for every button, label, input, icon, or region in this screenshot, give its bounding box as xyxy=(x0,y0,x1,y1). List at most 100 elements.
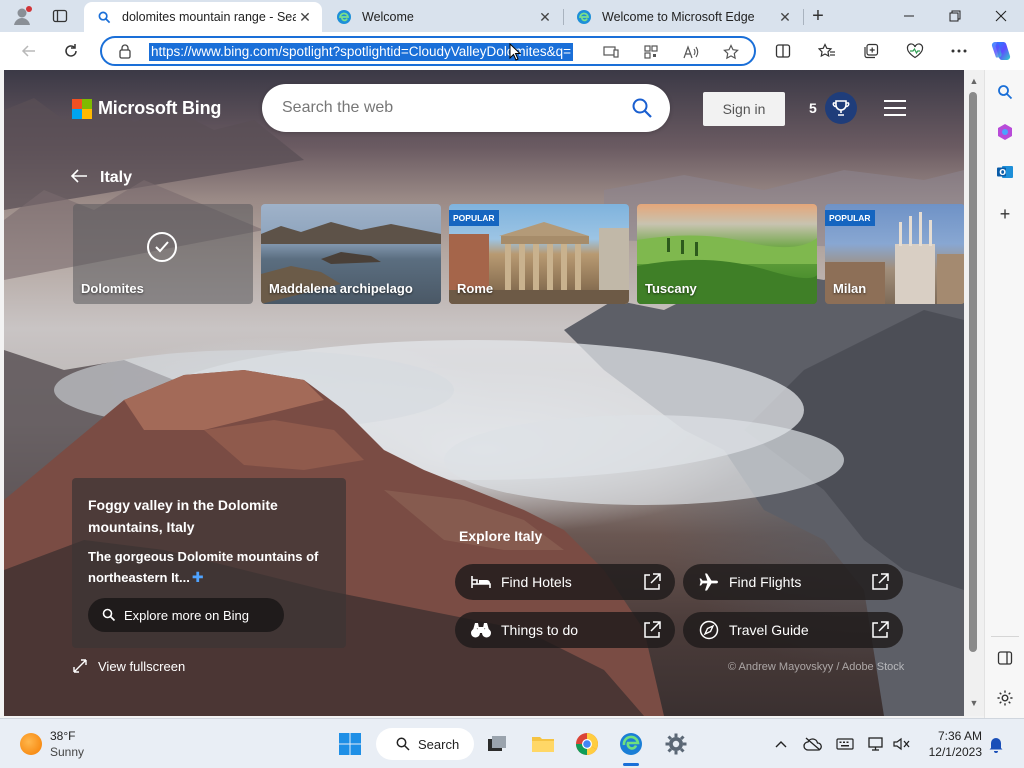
explore-more-button[interactable]: Explore more on Bing xyxy=(88,598,284,632)
tab-welcome-edge[interactable]: Welcome to Microsoft Edge ✕ xyxy=(564,2,802,32)
file-explorer-icon[interactable] xyxy=(528,729,558,759)
volume-muted-icon[interactable] xyxy=(891,734,911,754)
tab-actions-icon[interactable] xyxy=(46,4,74,28)
search-icon xyxy=(96,9,112,25)
destination-card-dolomites[interactable]: Dolomites xyxy=(73,204,253,304)
bing-logo[interactable]: Microsoft Bing xyxy=(72,98,221,119)
edge-taskbar-icon[interactable] xyxy=(616,729,646,759)
bed-icon xyxy=(469,570,493,594)
taskbar-search-label: Search xyxy=(418,736,460,752)
close-window-icon[interactable] xyxy=(978,0,1024,32)
notification-bell-icon[interactable] xyxy=(986,734,1006,754)
close-tab-icon[interactable]: ✕ xyxy=(536,9,554,26)
close-tab-icon[interactable]: ✕ xyxy=(296,9,314,26)
rewards-count[interactable]: 5 xyxy=(809,100,817,116)
pill-label: Find Flights xyxy=(729,574,802,590)
search-icon[interactable] xyxy=(630,96,654,120)
scroll-up-arrow-icon[interactable]: ▲ xyxy=(968,76,980,86)
split-screen-icon[interactable] xyxy=(768,38,798,64)
show-hidden-icons-chevron-icon[interactable] xyxy=(771,734,791,754)
onedrive-cloud-icon[interactable] xyxy=(803,734,823,754)
back-arrow-icon[interactable] xyxy=(70,168,90,188)
collections-icon[interactable] xyxy=(856,38,886,64)
sidebar-settings-gear-icon[interactable] xyxy=(993,686,1017,710)
tab-bing-search[interactable]: dolomites mountain range - Sear ✕ xyxy=(84,2,322,32)
app-available-icon[interactable] xyxy=(600,42,622,62)
external-link-icon xyxy=(872,573,889,590)
profile-avatar-icon[interactable] xyxy=(8,4,36,28)
fullscreen-label: View fullscreen xyxy=(98,658,186,674)
airplane-icon xyxy=(697,570,721,594)
popular-badge: POPULAR xyxy=(825,210,875,226)
image-description: The gorgeous Dolomite mountains of north… xyxy=(88,546,328,588)
external-link-icon xyxy=(872,621,889,638)
expand-plus-icon[interactable]: ✚ xyxy=(192,569,204,585)
read-aloud-icon[interactable] xyxy=(680,42,702,62)
scrollbar-thumb[interactable] xyxy=(969,92,977,652)
find-flights-button[interactable]: Find Flights xyxy=(683,564,903,600)
popular-badge: POPULAR xyxy=(449,210,499,226)
restore-icon[interactable] xyxy=(932,0,978,32)
outlook-icon[interactable]: O xyxy=(993,160,1017,184)
view-fullscreen-link[interactable]: View fullscreen xyxy=(72,658,185,674)
scroll-down-arrow-icon[interactable]: ▼ xyxy=(968,698,980,708)
windows-start-icon[interactable] xyxy=(335,729,365,759)
external-link-icon xyxy=(644,573,661,590)
microsoft-logo-icon xyxy=(72,98,92,119)
lock-icon[interactable] xyxy=(118,43,132,59)
add-sidebar-app-icon[interactable]: + xyxy=(993,202,1017,226)
network-icon[interactable] xyxy=(867,734,887,754)
mouse-cursor-icon xyxy=(509,43,521,61)
rewards-trophy-icon[interactable] xyxy=(825,92,857,124)
destination-card-milan[interactable]: POPULAR Milan xyxy=(825,204,964,304)
new-tab-button[interactable]: + xyxy=(804,4,832,28)
tab-strip: dolomites mountain range - Sear ✕ Welcom… xyxy=(0,0,1024,32)
expand-arrows-icon xyxy=(73,659,87,673)
hide-sidebar-icon[interactable] xyxy=(993,646,1017,670)
search-input[interactable] xyxy=(282,96,622,120)
minimize-icon[interactable] xyxy=(886,0,932,32)
settings-gear-icon[interactable] xyxy=(661,729,691,759)
tab-welcome[interactable]: Welcome ✕ xyxy=(324,2,562,32)
back-button[interactable] xyxy=(14,37,44,65)
card-label: Maddalena archipelago xyxy=(269,281,413,296)
clock-time[interactable]: 7:36 AM xyxy=(928,729,982,743)
search-icon xyxy=(396,737,410,751)
active-app-indicator xyxy=(623,763,639,766)
sun-weather-icon[interactable] xyxy=(20,733,42,755)
sign-in-button[interactable]: Sign in xyxy=(703,92,785,126)
menu-hamburger-icon[interactable] xyxy=(884,100,906,116)
destination-card-tuscany[interactable]: Tuscany xyxy=(637,204,817,304)
more-options-icon[interactable] xyxy=(944,38,974,64)
destination-card-maddalena[interactable]: Maddalena archipelago xyxy=(261,204,441,304)
task-view-icon[interactable] xyxy=(482,729,512,759)
close-tab-icon[interactable]: ✕ xyxy=(776,9,794,26)
qr-code-icon[interactable] xyxy=(640,42,662,62)
find-hotels-button[interactable]: Find Hotels xyxy=(455,564,675,600)
sidebar-divider xyxy=(991,636,1019,637)
keyboard-icon[interactable] xyxy=(835,734,855,754)
card-label: Dolomites xyxy=(81,281,144,296)
weather-condition[interactable]: Sunny xyxy=(50,745,84,759)
search-box[interactable] xyxy=(262,84,670,132)
refresh-button[interactable] xyxy=(56,37,86,65)
copilot-icon[interactable] xyxy=(986,38,1016,64)
things-to-do-button[interactable]: Things to do xyxy=(455,612,675,648)
chrome-icon[interactable] xyxy=(572,729,602,759)
clock-date[interactable]: 12/1/2023 xyxy=(918,745,982,759)
travel-guide-button[interactable]: Travel Guide xyxy=(683,612,903,648)
sidebar-tools-icon[interactable] xyxy=(993,120,1017,144)
weather-temperature[interactable]: 38°F xyxy=(50,729,75,743)
destination-card-rome[interactable]: POPULAR Rome xyxy=(449,204,629,304)
logo-text: Microsoft Bing xyxy=(98,98,222,118)
image-credit: © Andrew Mayovskyy / Adobe Stock xyxy=(728,661,905,673)
browser-essentials-icon[interactable] xyxy=(900,38,930,64)
page-scrollbar[interactable]: ▲ ▼ xyxy=(964,70,984,716)
image-title[interactable]: Foggy valley in the Dolomite mountains, … xyxy=(88,494,328,538)
favorite-star-icon[interactable] xyxy=(720,42,742,62)
sidebar-search-icon[interactable] xyxy=(993,80,1017,104)
favorites-icon[interactable] xyxy=(812,38,842,64)
card-label: Milan xyxy=(833,281,867,296)
taskbar-search-button[interactable]: Search xyxy=(376,728,474,760)
address-bar[interactable]: https://www.bing.com/spotlight?spotlight… xyxy=(100,36,756,66)
